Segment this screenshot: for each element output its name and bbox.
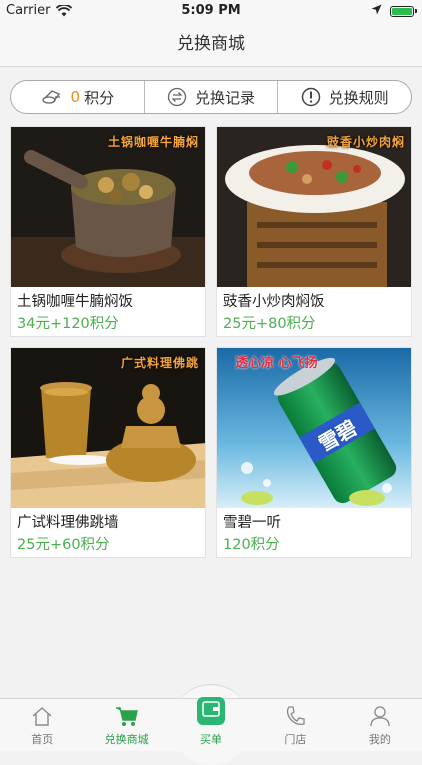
product-image-curry-beef: 土锅咖喱牛腩焖 xyxy=(11,127,205,287)
image-caption: 土锅咖喱牛腩焖 xyxy=(107,135,199,149)
points-button[interactable]: 0 积分 xyxy=(11,81,145,113)
tab-store-label: 门店 xyxy=(284,733,307,746)
image-caption: 广式料理佛跳 xyxy=(120,356,199,370)
top-segment-bar: 0 积分 兑换记录 兑换规则 xyxy=(10,80,412,114)
product-name: 土锅咖喱牛腩焖饭 xyxy=(17,294,133,310)
product-grid: 土锅咖喱牛腩焖 土锅咖喱牛腩焖饭 34元+120积分 豉香小炒肉焖 豉香小炒肉焖… xyxy=(10,126,412,558)
product-card[interactable]: 广式料理佛跳 广试料理佛跳墙 25元+60积分 xyxy=(10,347,206,558)
tab-mall[interactable]: 兑换商城 xyxy=(84,699,168,751)
product-price: 120积分 xyxy=(223,537,280,553)
product-price: 34元+120积分 xyxy=(17,316,119,332)
pay-button[interactable] xyxy=(197,697,225,725)
navigation-bar: 兑换商城 xyxy=(0,22,422,67)
tab-mine[interactable]: 我的 xyxy=(338,699,422,751)
tab-home-label: 首页 xyxy=(31,733,54,746)
battery-icon xyxy=(390,6,417,17)
product-image-buddha-jumps-wall: 广式料理佛跳 xyxy=(11,348,205,508)
points-label: 积分 xyxy=(84,88,115,107)
product-card[interactable]: 豉香小炒肉焖 豉香小炒肉焖饭 25元+80积分 xyxy=(216,126,412,337)
tab-mall-label: 兑换商城 xyxy=(104,733,149,746)
product-image-sprite-can: 透心凉 心飞扬 雪碧 xyxy=(217,348,411,508)
exchange-records-label: 兑换记录 xyxy=(195,88,256,107)
location-arrow-icon xyxy=(371,4,382,19)
product-price: 25元+60积分 xyxy=(17,537,110,553)
image-slogan: 透心凉 心飞扬 xyxy=(235,356,318,371)
product-name: 雪碧一听 xyxy=(223,515,281,531)
product-card[interactable]: 土锅咖喱牛腩焖 土锅咖喱牛腩焖饭 34元+120积分 xyxy=(10,126,206,337)
product-card[interactable]: 透心凉 心飞扬 雪碧 雪碧一听 120积分 xyxy=(216,347,412,558)
status-bar: Carrier 5:09 PM xyxy=(0,0,422,22)
image-caption: 豉香小炒肉焖 xyxy=(326,135,405,149)
tab-mine-label: 我的 xyxy=(368,733,391,746)
product-price: 25元+80积分 xyxy=(223,316,316,332)
coin-stack-icon xyxy=(41,89,63,105)
product-name: 豉香小炒肉焖饭 xyxy=(223,294,325,310)
status-right xyxy=(371,4,417,19)
points-value: 0 xyxy=(70,88,81,106)
user-icon xyxy=(369,703,391,729)
exchange-arrows-icon xyxy=(167,87,187,107)
home-icon xyxy=(31,703,53,729)
info-exclamation-icon xyxy=(301,87,321,107)
product-image-pork-stirfry: 豉香小炒肉焖 xyxy=(217,127,411,287)
pay-button-label: 买单 xyxy=(200,733,222,746)
exchange-records-button[interactable]: 兑换记录 xyxy=(145,81,279,113)
tab-home[interactable]: 首页 xyxy=(0,699,84,751)
product-name: 广试料理佛跳墙 xyxy=(17,515,119,531)
exchange-rules-button[interactable]: 兑换规则 xyxy=(278,81,411,113)
status-time: 5:09 PM xyxy=(181,3,241,18)
phone-icon xyxy=(285,703,306,729)
wallet-icon xyxy=(202,701,220,721)
tab-store[interactable]: 门店 xyxy=(253,699,337,751)
shopping-cart-icon xyxy=(115,703,139,729)
page-title: 兑换商城 xyxy=(177,34,245,54)
exchange-rules-label: 兑换规则 xyxy=(328,88,389,107)
